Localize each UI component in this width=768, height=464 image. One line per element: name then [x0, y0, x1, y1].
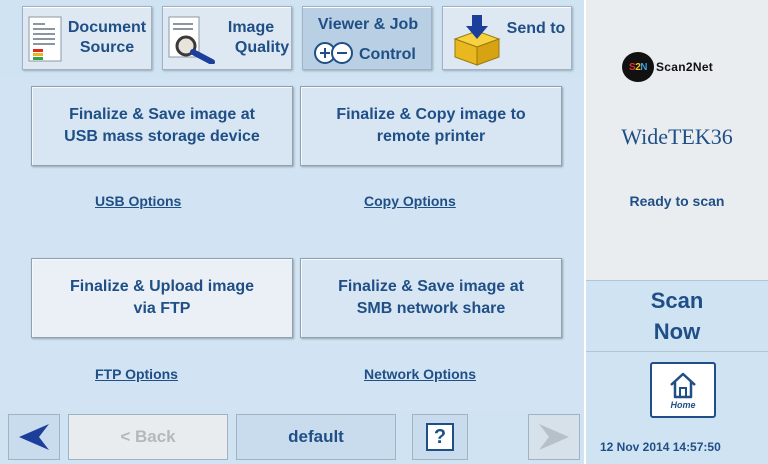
tab-label-line2: Quality	[234, 39, 290, 56]
tab-label-line1: Send to	[506, 20, 566, 37]
help-label: ?	[433, 425, 447, 448]
ftp-options-link[interactable]: FTP Options	[95, 366, 178, 382]
finalize-copy-button[interactable]: Finalize & Copy image to remote printer	[300, 86, 562, 166]
button-label-line2: USB mass storage device	[64, 128, 260, 145]
button-label-line2: via FTP	[133, 300, 191, 317]
logo-text: Scan2Net	[656, 60, 714, 74]
scan-label-line2: Now	[653, 319, 701, 344]
previous-button[interactable]	[8, 414, 60, 460]
zoom-plus-minus-icon	[314, 42, 353, 64]
tab-image-quality[interactable]: Image Quality	[162, 6, 292, 70]
help-button[interactable]: ?	[412, 414, 468, 460]
back-button[interactable]: < Back	[68, 414, 228, 460]
scan-label-line1: Scan	[650, 288, 704, 313]
box-arrow-icon	[453, 15, 501, 66]
tab-label-line1: Image	[227, 19, 275, 36]
help-icon: ?	[426, 423, 454, 451]
button-label-line1: Finalize & Copy image to	[336, 106, 526, 123]
button-label-line1: Finalize & Save image at	[338, 278, 524, 295]
scan2net-logo: S2N Scan2Net	[622, 52, 713, 82]
tab-label-line1: Viewer & Job	[317, 16, 419, 33]
arrow-right-icon	[539, 424, 569, 450]
product-name: WideTEK36	[621, 124, 733, 149]
scanner-status: Ready to scan	[629, 193, 725, 209]
tab-label-line2: Source	[79, 39, 135, 56]
tab-label-line2: Control	[359, 46, 416, 63]
finalize-usb-button[interactable]: Finalize & Save image at USB mass storag…	[31, 86, 293, 166]
status-panel: S2N Scan2Net WideTEK36 Ready to scan Sca…	[586, 0, 768, 464]
usb-options-link[interactable]: USB Options	[95, 193, 181, 209]
copy-options-link[interactable]: Copy Options	[364, 193, 456, 209]
back-label: < Back	[120, 427, 176, 446]
button-label-line2: SMB network share	[356, 300, 506, 317]
action-panel: Finalize & Save image at USB mass storag…	[0, 78, 584, 410]
next-button[interactable]	[528, 414, 580, 460]
default-label: default	[288, 427, 344, 446]
default-button[interactable]: default	[236, 414, 396, 460]
logo-badge: S2N	[622, 52, 654, 82]
finalize-ftp-button[interactable]: Finalize & Upload image via FTP	[31, 258, 293, 338]
document-icon	[28, 16, 62, 62]
button-label-line2: remote printer	[376, 128, 486, 145]
tab-label-line1: Document	[67, 19, 147, 36]
tab-bar: Document Source Image Quality Viewer & J…	[0, 0, 584, 78]
home-area: Home 12 Nov 2014 14:57:50	[586, 352, 768, 464]
finalize-smb-button[interactable]: Finalize & Save image at SMB network sha…	[300, 258, 562, 338]
home-label: Home	[670, 399, 696, 410]
home-button[interactable]: Home	[650, 362, 716, 418]
network-options-link[interactable]: Network Options	[364, 366, 476, 382]
button-label-line1: Finalize & Save image at	[69, 106, 255, 123]
bottom-nav-bar: < Back default ?	[0, 410, 584, 464]
tab-document-source[interactable]: Document Source	[22, 6, 152, 70]
datetime-display: 12 Nov 2014 14:57:50	[600, 440, 721, 454]
arrow-left-icon	[19, 424, 49, 450]
tab-viewer-job-control[interactable]: Viewer & Job Control	[302, 6, 432, 70]
tab-send-to[interactable]: Send to	[442, 6, 572, 70]
button-label-line1: Finalize & Upload image	[69, 278, 255, 295]
scan-now-button[interactable]: Scan Now	[586, 280, 768, 352]
home-icon	[670, 372, 696, 398]
